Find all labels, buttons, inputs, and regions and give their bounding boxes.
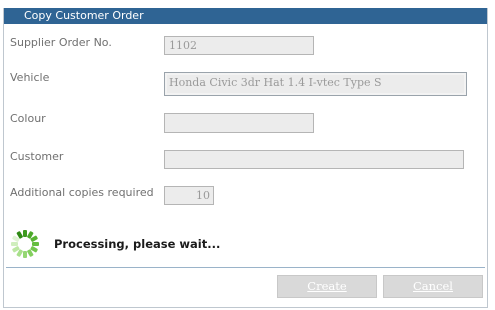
additional-copies-label: Additional copies required [10, 186, 154, 199]
dialog-title: Copy Customer Order [4, 8, 487, 24]
supplier-order-label: Supplier Order No. [10, 36, 112, 49]
cancel-button[interactable]: Cancel [383, 275, 483, 298]
customer-label: Customer [10, 150, 64, 163]
footer-divider [6, 267, 485, 268]
additional-copies-field[interactable]: 10 [164, 186, 214, 205]
colour-field[interactable] [164, 113, 314, 133]
supplier-order-field[interactable]: 1102 [164, 36, 314, 55]
loading-spinner-icon [9, 228, 41, 260]
copy-customer-order-dialog: Copy Customer Order Supplier Order No. 1… [3, 8, 488, 308]
processing-status-text: Processing, please wait... [54, 237, 221, 251]
vehicle-label: Vehicle [10, 71, 50, 84]
customer-field[interactable] [164, 150, 464, 169]
colour-label: Colour [10, 112, 46, 125]
create-button[interactable]: Create [277, 275, 377, 298]
vehicle-field[interactable]: Honda Civic 3dr Hat 1.4 I-vtec Type S [164, 72, 467, 96]
